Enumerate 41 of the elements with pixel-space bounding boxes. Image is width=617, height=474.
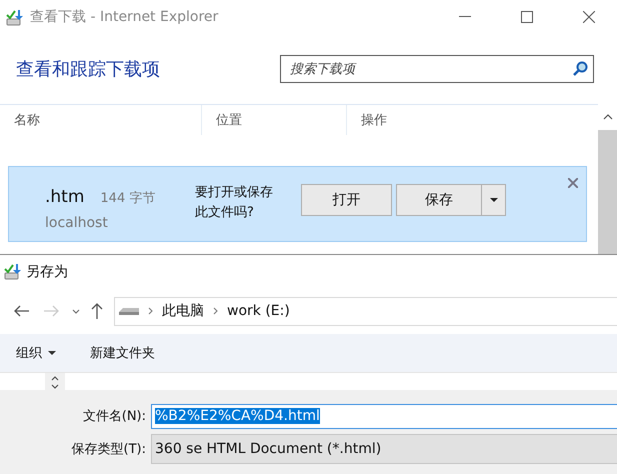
chevron-icon[interactable] [148, 307, 153, 315]
open-button[interactable]: 打开 [301, 184, 392, 216]
scroll-up-icon[interactable] [602, 114, 612, 120]
back-icon[interactable] [14, 305, 30, 317]
close-icon[interactable] [583, 11, 595, 23]
search-icon[interactable] [572, 61, 588, 77]
maximize-icon[interactable] [521, 11, 533, 23]
column-header[interactable]: 名称 [0, 105, 202, 135]
download-icon [4, 263, 22, 280]
download-icon [6, 8, 24, 26]
scroll-arrows-icon[interactable] [51, 374, 59, 388]
chevron-icon[interactable] [72, 308, 80, 314]
address-bar[interactable]: 此电脑 work (E:) [114, 296, 617, 326]
save-button[interactable]: 保存 [396, 184, 482, 216]
up-icon[interactable] [91, 303, 103, 319]
caret-icon [48, 351, 56, 355]
chevron-icon[interactable] [213, 307, 218, 315]
caret-icon [490, 198, 498, 202]
file-name: .htm [45, 187, 84, 207]
breadcrumb[interactable]: 此电脑 [162, 302, 204, 320]
save-options-button[interactable] [482, 184, 506, 216]
minimize-icon[interactable] [459, 16, 471, 18]
drive-icon [119, 307, 139, 315]
file-size: 144 字节 [100, 191, 156, 206]
toolbar-button[interactable]: 新建文件夹 [90, 344, 155, 362]
toolbar-button[interactable]: 组织 [16, 344, 56, 362]
window-title: 查看下载 - Internet Explorer [30, 8, 220, 26]
file-source: localhost [45, 215, 109, 231]
file-type-select[interactable]: 360 se HTML Document (*.html) [151, 434, 617, 464]
page-heading: 查看和跟踪下载项 [16, 58, 160, 81]
column-header[interactable]: 操作 [347, 105, 587, 135]
search-field[interactable]: 搜索下载项 [280, 55, 594, 83]
field-label: 保存类型(T): [70, 441, 147, 458]
breadcrumb[interactable]: work (E:) [227, 303, 290, 319]
close-icon[interactable] [568, 178, 578, 188]
column-header[interactable]: 位置 [202, 105, 347, 135]
field-label: 文件名(N): [82, 408, 147, 425]
dialog-title: 另存为 [26, 262, 68, 280]
prompt-text: 要打开或保存此文件吗? [195, 184, 274, 222]
file-name-field[interactable]: %B2%E2%CA%D4.html [151, 404, 617, 428]
scrollbar[interactable] [598, 104, 617, 254]
